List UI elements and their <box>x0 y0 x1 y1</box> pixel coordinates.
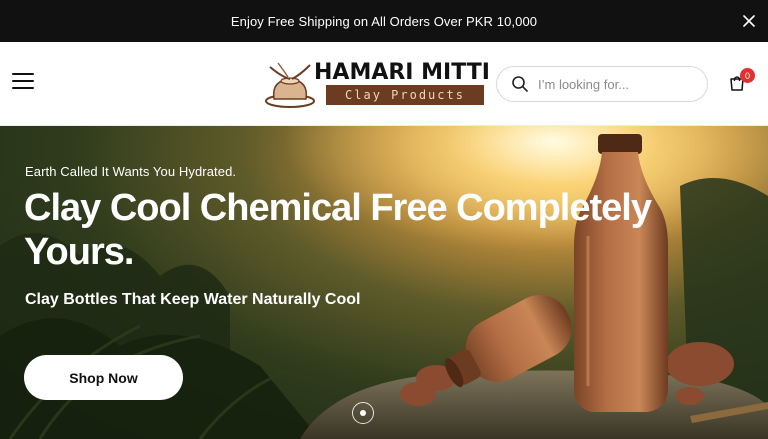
logo-tagline: Clay Products <box>326 85 484 105</box>
hero-kicker: Earth Called It Wants You Hydrated. <box>25 164 237 179</box>
logo-name: HAMARI MITTI <box>314 60 490 85</box>
hero-subheadline: Clay Bottles That Keep Water Naturally C… <box>25 291 361 308</box>
close-icon[interactable] <box>740 12 758 30</box>
search-box[interactable] <box>496 66 708 102</box>
shop-now-button[interactable]: Shop Now <box>24 355 183 400</box>
cart-count-badge: 0 <box>740 68 755 83</box>
hero-headline: Clay Cool Chemical Free Completely Yours… <box>24 187 652 273</box>
search-icon <box>512 76 528 92</box>
announcement-text: Enjoy Free Shipping on All Orders Over P… <box>230 13 538 29</box>
search-input[interactable] <box>538 76 698 92</box>
cart-button[interactable]: 0 <box>728 68 755 94</box>
slider-dot[interactable] <box>352 402 374 424</box>
hero-banner: Earth Called It Wants You Hydrated. Clay… <box>0 126 768 439</box>
clay-pot-logo-icon <box>265 62 315 108</box>
announcement-bar: Enjoy Free Shipping on All Orders Over P… <box>0 0 768 42</box>
site-logo[interactable]: HAMARI MITTI Clay Products <box>264 57 490 111</box>
hamburger-menu-icon[interactable] <box>12 73 34 93</box>
site-header: HAMARI MITTI Clay Products 0 <box>0 42 768 126</box>
